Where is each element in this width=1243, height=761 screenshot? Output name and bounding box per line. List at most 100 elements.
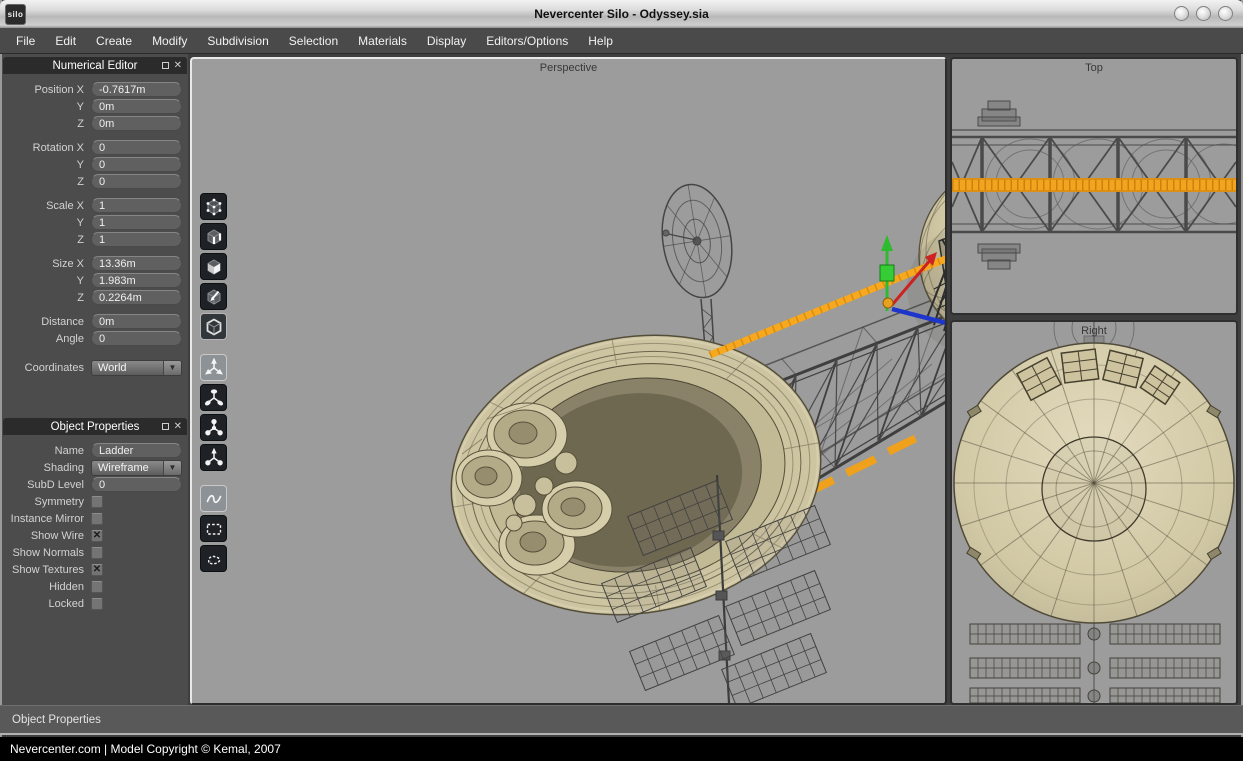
app-window: silo Nevercenter Silo - Odyssey.sia File…	[0, 0, 1243, 761]
field-label: Z	[2, 176, 84, 188]
scale-x-input[interactable]	[91, 198, 182, 213]
coordinates-dropdown[interactable]: World ▼	[91, 360, 182, 376]
angle-input[interactable]	[91, 331, 182, 346]
close-icon[interactable]: ✕	[174, 61, 182, 71]
panel-title: Numerical Editor	[53, 60, 138, 72]
position-y-input[interactable]	[91, 99, 182, 114]
field-label: Z	[2, 118, 84, 130]
scale-z-input[interactable]	[91, 232, 182, 247]
object-properties-panel: Object Properties ✕ Name Shading Wirefra…	[2, 418, 188, 613]
field-label: Size X	[2, 258, 84, 270]
field-label: Shading	[2, 462, 84, 474]
perspective-viewport[interactable]: Perspective	[190, 57, 947, 705]
collapse-icon[interactable]	[162, 62, 169, 69]
right-scene	[952, 322, 1236, 703]
rotation-y-input[interactable]	[91, 157, 182, 172]
top-scene	[952, 59, 1236, 313]
window-title: Nevercenter Silo - Odyssey.sia	[0, 7, 1243, 21]
instance-mirror-checkbox[interactable]	[91, 513, 103, 525]
field-label: Position X	[2, 84, 84, 96]
dropdown-value: Wireframe	[92, 461, 163, 475]
status-text: Object Properties	[12, 714, 101, 726]
locked-checkbox[interactable]	[91, 598, 103, 610]
field-label: Instance Mirror	[2, 513, 84, 525]
field-label: Show Normals	[2, 547, 84, 559]
menu-selection[interactable]: Selection	[279, 28, 348, 53]
face-mode-button[interactable]	[200, 253, 227, 280]
rotate-tool-button[interactable]	[200, 384, 227, 411]
lasso-select-button[interactable]	[200, 545, 227, 572]
universal-manipulator-button[interactable]	[200, 444, 227, 471]
numerical-editor-header[interactable]: Numerical Editor ✕	[3, 57, 187, 74]
menu-subdivision[interactable]: Subdivision	[197, 28, 278, 53]
rotation-x-input[interactable]	[91, 140, 182, 155]
viewport-label: Right	[952, 325, 1236, 337]
chevron-down-icon: ▼	[163, 461, 181, 475]
viewport-label: Perspective	[192, 62, 945, 74]
size-x-input[interactable]	[91, 256, 182, 271]
object-properties-header[interactable]: Object Properties ✕	[3, 418, 187, 435]
shading-dropdown[interactable]: Wireframe ▼	[91, 460, 182, 476]
minimize-button[interactable]	[1174, 6, 1189, 21]
title-bar[interactable]: silo Nevercenter Silo - Odyssey.sia	[0, 0, 1243, 28]
show-wire-checkbox[interactable]: ✕	[91, 530, 103, 542]
menu-edit[interactable]: Edit	[45, 28, 86, 53]
dropdown-value: World	[92, 361, 163, 375]
status-bar: Object Properties	[0, 705, 1243, 735]
size-z-input[interactable]	[91, 290, 182, 305]
edge-mode-button[interactable]	[200, 223, 227, 250]
collapse-icon[interactable]	[162, 423, 169, 430]
menu-modify[interactable]: Modify	[142, 28, 197, 53]
panel-title: Object Properties	[51, 421, 140, 433]
position-x-input[interactable]	[91, 82, 182, 97]
scale-y-input[interactable]	[91, 215, 182, 230]
show-normals-checkbox[interactable]	[91, 547, 103, 559]
menu-editors-options[interactable]: Editors/Options	[476, 28, 578, 53]
menu-materials[interactable]: Materials	[348, 28, 417, 53]
field-label: Y	[2, 217, 84, 229]
field-label: Coordinates	[2, 362, 84, 374]
close-icon[interactable]: ✕	[174, 422, 182, 432]
name-input[interactable]	[91, 443, 182, 458]
field-label: Show Textures	[2, 564, 84, 576]
tweak-tool-button[interactable]	[200, 485, 227, 512]
menu-help[interactable]: Help	[578, 28, 623, 53]
field-label: Y	[2, 101, 84, 113]
window-controls	[1174, 6, 1233, 21]
field-label: Z	[2, 234, 84, 246]
maximize-button[interactable]	[1196, 6, 1211, 21]
symmetry-checkbox[interactable]	[91, 496, 103, 508]
left-panel-column: Numerical Editor ✕ Position X Y Z Rotati…	[2, 54, 188, 705]
show-textures-checkbox[interactable]: ✕	[91, 564, 103, 576]
numerical-editor-panel: Numerical Editor ✕ Position X Y Z Rotati…	[2, 57, 188, 377]
object-mode-button[interactable]	[200, 313, 227, 340]
field-label: Z	[2, 292, 84, 304]
field-label: Name	[2, 445, 84, 457]
menu-file[interactable]: File	[6, 28, 45, 53]
top-viewport[interactable]: Top	[950, 57, 1238, 315]
scale-tool-button[interactable]	[200, 414, 227, 441]
field-label: Distance	[2, 316, 84, 328]
field-label: Y	[2, 275, 84, 287]
field-label: Hidden	[2, 581, 84, 593]
move-tool-button[interactable]	[200, 354, 227, 381]
position-z-input[interactable]	[91, 116, 182, 131]
vertex-mode-button[interactable]	[200, 193, 227, 220]
right-viewport[interactable]: Right	[950, 320, 1238, 705]
close-button[interactable]	[1218, 6, 1233, 21]
distance-input[interactable]	[91, 314, 182, 329]
hidden-checkbox[interactable]	[91, 581, 103, 593]
menu-bar: File Edit Create Modify Subdivision Sele…	[0, 28, 1243, 54]
rotation-z-input[interactable]	[91, 174, 182, 189]
field-label: Rotation X	[2, 142, 84, 154]
subd-level-input[interactable]	[91, 477, 182, 492]
menu-display[interactable]: Display	[417, 28, 476, 53]
field-label: Locked	[2, 598, 84, 610]
field-label: Symmetry	[2, 496, 84, 508]
footer-bar: Nevercenter.com | Model Copyright © Kema…	[0, 737, 1243, 761]
size-y-input[interactable]	[91, 273, 182, 288]
menu-create[interactable]: Create	[86, 28, 142, 53]
rectangle-select-button[interactable]	[200, 515, 227, 542]
element-mode-button[interactable]	[200, 283, 227, 310]
footer-text: Nevercenter.com | Model Copyright © Kema…	[10, 742, 281, 756]
